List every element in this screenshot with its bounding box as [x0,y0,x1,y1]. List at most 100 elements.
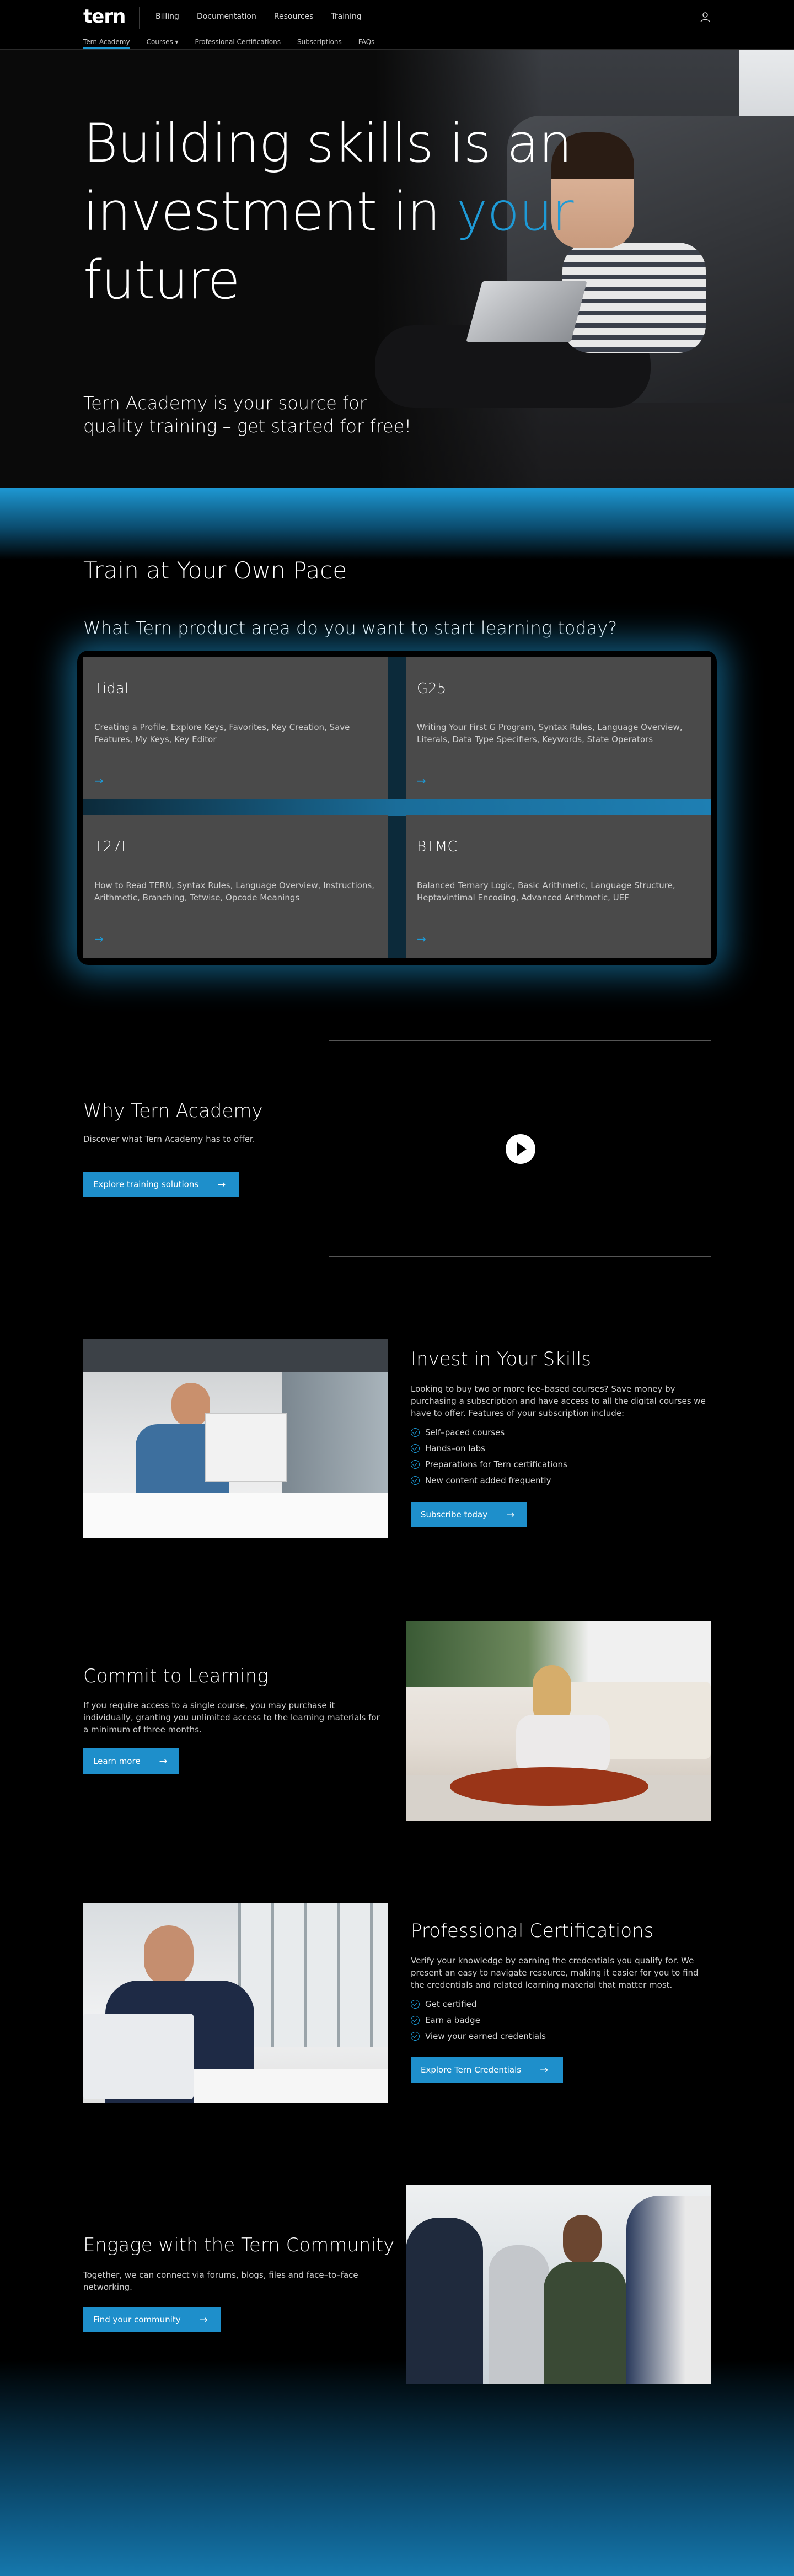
photo-windows [238,1903,388,2047]
list-item-label: Self–paced courses [425,1427,505,1437]
explore-tern-credentials-button[interactable]: Explore Tern Credentials → [411,2057,563,2083]
list-item: New content added frequently [411,1472,567,1488]
community-photo [406,2185,711,2384]
arrow-right-icon[interactable]: → [94,774,104,787]
video-player[interactable] [329,1040,711,1257]
list-item: Self–paced courses [411,1424,567,1440]
subnav-subscriptions[interactable]: Subscriptions [297,38,342,49]
community-text: Together, we can connect via forums, blo… [83,2270,358,2292]
hero-title-line1: Building skills is an [83,112,572,174]
commit-photo [406,1621,711,1821]
subscribe-today-button[interactable]: Subscribe today → [411,1502,527,1527]
photo-laptop [83,2014,194,2099]
commit-title: Commit to Learning [83,1665,269,1687]
certs-text: Verify your knowledge by earning the cre… [411,1956,699,1990]
button-label: Explore Tern Credentials [421,2065,522,2075]
course-card-tidal[interactable]: Tidal Creating a Profile, Explore Keys, … [83,657,388,799]
photo-person-center [544,2262,626,2384]
list-item-label: Get certified [425,1999,477,2009]
sub-navbar: Tern Academy Courses ▾ Professional Cert… [0,35,794,50]
hero-title-line2: investment in your [83,178,580,246]
card-text: How to Read TERN, Syntax Rules, Language… [94,881,375,903]
card-title: BTMC [417,839,458,855]
photo-window [282,1372,388,1493]
list-item: Preparations for Tern certifications [411,1456,567,1472]
list-item-label: Hands–on labs [425,1443,485,1453]
community-title: Engage with the Tern Community [83,2234,395,2256]
card-text: Creating a Profile, Explore Keys, Favori… [94,722,350,744]
arrow-right-icon[interactable]: → [417,774,426,787]
check-icon [411,1999,420,2009]
hero-section: Building skills is an investment in your… [0,50,794,488]
card-title: T27I [94,839,126,855]
check-icon [411,2015,420,2025]
list-item-label: New content added frequently [425,1475,551,1485]
photo-desk [83,1493,388,1538]
why-text: Discover what Tern Academy has to offer. [83,1134,255,1144]
check-icon [411,1427,420,1437]
arrow-right-icon[interactable]: → [94,932,104,946]
card-title: G25 [417,680,447,697]
learn-more-button[interactable]: Learn more → [83,1748,179,1774]
arrow-right-icon: → [199,2314,208,2326]
nav-divider [139,7,140,29]
button-label: Subscribe today [421,1510,488,1520]
photo-person-right [626,2196,711,2384]
certs-title: Professional Certifications [411,1920,654,1942]
hero-blue-band [0,488,794,560]
hero-title-highlight: your [456,181,574,243]
tern-logo[interactable]: tern [83,6,126,28]
subnav-faqs[interactable]: FAQs [358,38,375,49]
photo-person-center-head [563,2215,602,2264]
card-text: Writing Your First G Program, Syntax Rul… [417,722,683,744]
nav-link-documentation[interactable]: Documentation [197,12,256,21]
train-title: Train at Your Own Pace [83,557,347,584]
nav-link-training[interactable]: Training [331,12,361,21]
subnav-courses[interactable]: Courses ▾ [147,38,179,49]
photo-ceiling [83,1339,388,1372]
subnav-professional-certifications[interactable]: Professional Certifications [195,38,281,49]
photo-person-head [144,1925,194,1986]
photo-person-left [406,2218,483,2384]
list-item-label: View your earned credentials [425,2031,546,2041]
cards-gap-accent [83,799,711,816]
list-item-label: Preparations for Tern certifications [425,1459,567,1469]
course-card-g25[interactable]: G25 Writing Your First G Program, Syntax… [406,657,711,799]
invest-checklist: Self–paced courses Hands–on labs Prepara… [411,1424,567,1488]
hero-title-line2-start: investment in [83,181,457,243]
arrow-right-icon: → [159,1755,168,1767]
list-item: Get certified [411,1996,546,2012]
play-icon[interactable] [506,1134,535,1164]
course-card-t27i[interactable]: T27I How to Read TERN, Syntax Rules, Lan… [83,815,388,958]
nav-link-billing[interactable]: Billing [155,12,179,21]
card-title: Tidal [94,680,128,697]
certs-photo [83,1903,388,2103]
nav-link-resources[interactable]: Resources [274,12,314,21]
hero-title: Building skills is an investment in your… [83,109,580,314]
photo-person-back [489,2245,549,2384]
invest-title: Invest in Your Skills [411,1348,591,1370]
top-navbar: tern Billing Documentation Resources Tra… [0,0,794,35]
invest-text: Looking to buy two or more fee–based cou… [411,1384,706,1418]
arrow-right-icon[interactable]: → [417,932,426,946]
hero-person-sweater [562,243,706,353]
explore-training-button[interactable]: Explore training solutions → [83,1172,239,1197]
arrow-right-icon: → [217,1178,226,1190]
why-title: Why Tern Academy [83,1100,263,1122]
invest-photo [83,1339,388,1538]
button-label: Explore training solutions [93,1179,199,1189]
check-icon [411,1475,420,1485]
button-label: Find your community [93,2315,181,2325]
subnav-tern-academy[interactable]: Tern Academy [83,38,130,49]
check-icon [411,2031,420,2041]
user-icon[interactable] [699,11,711,23]
footer-gradient [0,2360,794,2576]
hero-title-line3: future [83,249,240,311]
find-your-community-button[interactable]: Find your community → [83,2307,221,2332]
certs-checklist: Get certified Earn a badge View your ear… [411,1996,546,2044]
course-card-btmc[interactable]: BTMC Balanced Ternary Logic, Basic Arith… [406,815,711,958]
button-label: Learn more [93,1756,141,1766]
list-item-label: Earn a badge [425,2015,480,2025]
list-item: Hands–on labs [411,1440,567,1456]
check-icon [411,1443,420,1453]
